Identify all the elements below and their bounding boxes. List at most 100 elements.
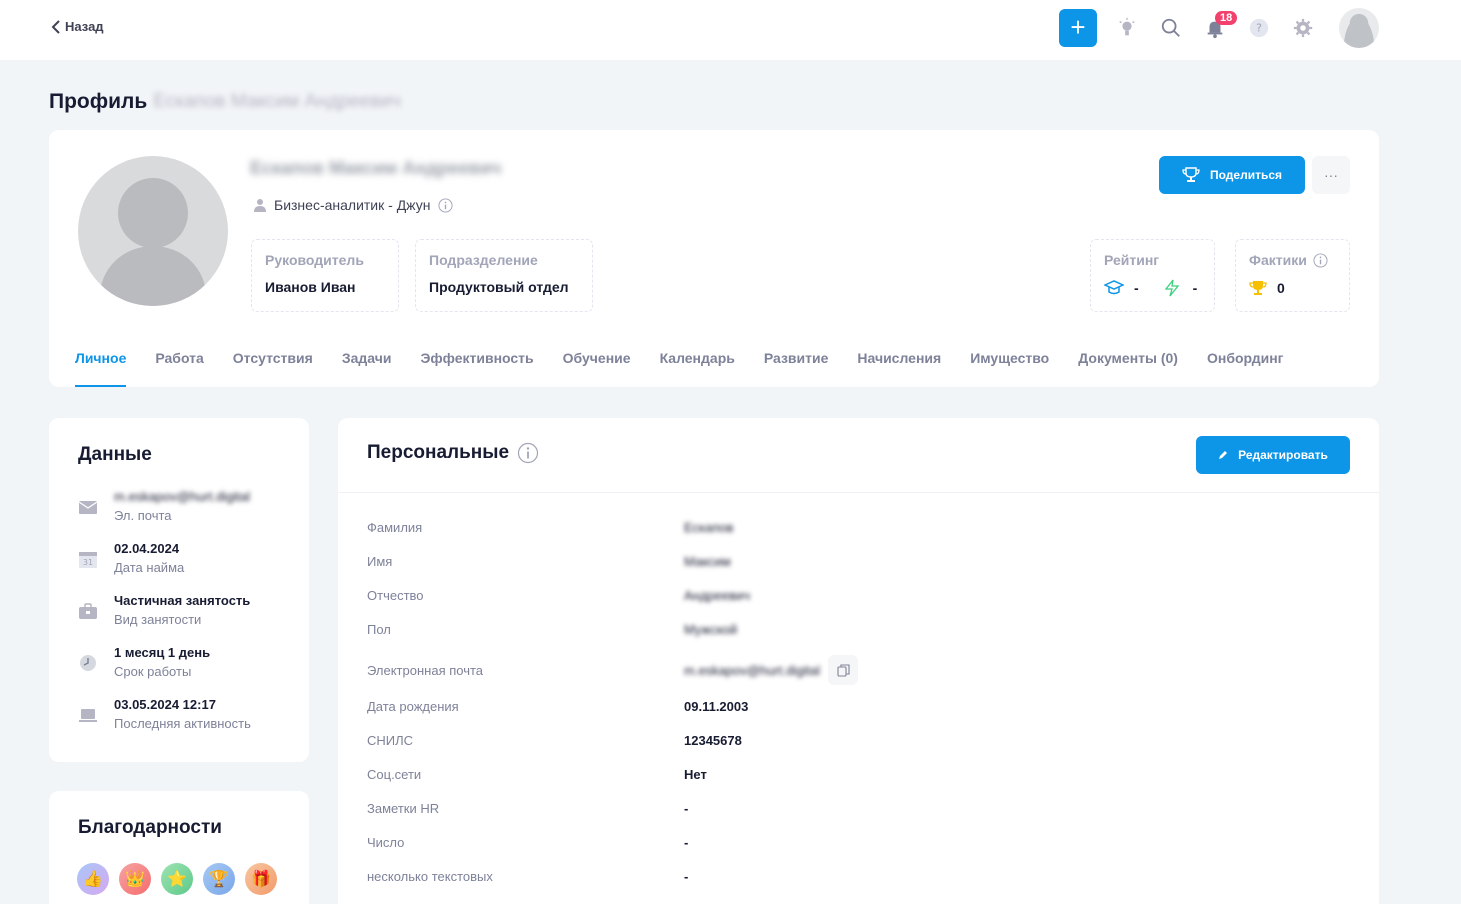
field-label: Фамилия [367, 520, 423, 535]
laptop-icon [79, 709, 97, 722]
data-row-tenure: 1 месяц 1 день Срок работы [78, 645, 210, 679]
hire-date-label: Дата найма [114, 560, 185, 575]
profile-name: Ескапов Максим Андреевич [250, 158, 502, 178]
field-row: Заметки HR - [367, 801, 688, 816]
trophy-icon[interactable]: 🏆 [203, 863, 235, 895]
edit-button[interactable]: Редактировать [1196, 436, 1350, 474]
field-value: - [684, 801, 689, 816]
department-box: Подразделение Продуктовый отдел [415, 239, 593, 312]
divider [338, 492, 1379, 493]
tab-development[interactable]: Развитие [764, 348, 829, 387]
field-value: Максим [684, 554, 731, 569]
tab-efficiency[interactable]: Эффективность [420, 348, 533, 387]
lightbulb-icon[interactable] [1105, 9, 1149, 47]
trophy-icon [1182, 167, 1200, 182]
field-value: Андреевич [684, 588, 751, 603]
data-row-hire-date: 31 02.04.2024 Дата найма [78, 541, 184, 575]
manager-value[interactable]: Иванов Иван [265, 279, 385, 295]
data-row-email: m.eskapov@hurt.digital Эл. почта [78, 489, 250, 523]
tab-onboarding[interactable]: Онбординг [1207, 348, 1284, 387]
manager-label: Руководитель [265, 252, 364, 268]
field-label: Число [367, 835, 405, 850]
tab-work[interactable]: Работа [155, 348, 203, 387]
thanks-card: Благодарности 👍 👑 ⭐ 🏆 🎁 [49, 791, 309, 904]
more-button[interactable]: ··· [1312, 156, 1350, 194]
rating-edu-value: - [1134, 280, 1139, 296]
field-label: Имя [367, 554, 393, 569]
tab-personal[interactable]: Личное [75, 348, 127, 387]
field-value: 09.11.2003 [684, 699, 749, 714]
tab-absences[interactable]: Отсутствия [233, 348, 313, 387]
last-activity-value: 03.05.2024 12:17 [114, 697, 216, 712]
field-row: Отчество Андреевич [367, 588, 750, 603]
tab-learning[interactable]: Обучение [563, 348, 631, 387]
gear-icon[interactable] [1281, 9, 1325, 47]
field-value: Ескапов [684, 520, 734, 535]
back-label: Назад [65, 19, 104, 34]
field-row: Дата рождения 09.11.2003 [367, 699, 748, 714]
data-row-employment: Частичная занятость Вид занятости [78, 593, 250, 627]
profile-avatar [78, 156, 228, 306]
data-card: Данные m.eskapov@hurt.digital Эл. почта … [49, 418, 309, 762]
field-row: несколько текстовых - [367, 869, 688, 884]
facts-label-row: Фактики [1249, 252, 1336, 268]
bell-icon[interactable]: 18 [1193, 9, 1238, 47]
tab-tasks[interactable]: Задачи [342, 348, 392, 387]
last-activity-label: Последняя активность [114, 716, 251, 731]
gift-icon[interactable]: 🎁 [245, 863, 277, 895]
personal-card: Персональные Редактировать Фамилия Ескап… [338, 418, 1379, 904]
page-title-text: Профиль [49, 90, 148, 113]
employment-value: Частичная занятость [114, 593, 251, 608]
pencil-icon [1219, 451, 1228, 459]
help-icon[interactable]: ? [1237, 9, 1281, 47]
field-row: Фамилия Ескапов [367, 520, 733, 535]
field-label: несколько текстовых [367, 869, 493, 884]
field-row: Имя Максим [367, 554, 731, 569]
tenure-label: Срок работы [114, 664, 192, 679]
tab-documents[interactable]: Документы (0) [1078, 348, 1178, 387]
add-button[interactable]: + [1059, 9, 1097, 47]
field-label: Электронная почта [367, 662, 484, 678]
facts-label: Фактики [1249, 252, 1307, 268]
email-label: Эл. почта [114, 508, 172, 523]
info-icon[interactable] [438, 197, 453, 213]
tab-calendar[interactable]: Календарь [660, 348, 735, 387]
search-icon[interactable] [1149, 9, 1193, 47]
page-title: Профиль Ескапов Максим Андреевич [49, 90, 401, 114]
user-avatar[interactable] [1339, 8, 1379, 48]
field-row: Число - [367, 835, 688, 850]
tab-property[interactable]: Имущество [970, 348, 1049, 387]
position-label: Бизнес-аналитик - Джун [274, 197, 431, 213]
email-value: m.eskapov@hurt.digital [114, 489, 251, 504]
employment-label: Вид занятости [114, 612, 202, 627]
field-row: Соц.сети Нет [367, 767, 707, 782]
rating-values: - - [1104, 279, 1201, 297]
field-label: Дата рождения [367, 699, 459, 714]
hire-date-value: 02.04.2024 [114, 541, 180, 556]
back-button[interactable]: Назад [51, 19, 104, 34]
field-value: - [684, 869, 689, 884]
thumbs-up-icon[interactable]: 👍 [77, 863, 109, 895]
share-button[interactable]: Поделиться [1159, 156, 1305, 194]
chevron-left-icon [51, 19, 60, 34]
field-label: Пол [367, 622, 391, 637]
field-value: 12345678 [684, 733, 742, 748]
copy-button[interactable] [828, 655, 859, 685]
crown-icon[interactable]: 👑 [119, 863, 151, 895]
tab-accruals[interactable]: Начисления [857, 348, 941, 387]
field-row: Пол Мужской [367, 622, 737, 637]
department-value[interactable]: Продуктовый отдел [429, 279, 579, 295]
info-icon[interactable] [1313, 252, 1328, 268]
info-icon[interactable] [517, 442, 539, 464]
rating-label: Рейтинг [1104, 252, 1160, 268]
field-row: Электронная почта m.eskapov@hurt.digital [367, 655, 859, 685]
trophy-icon [1249, 281, 1267, 295]
star-icon[interactable]: ⭐ [161, 863, 193, 895]
svg-text:?: ? [1256, 22, 1262, 35]
field-row: СНИЛС 12345678 [367, 733, 742, 748]
share-label: Поделиться [1209, 168, 1283, 182]
top-icons: + 18 ? [1059, 5, 1379, 51]
copy-icon [836, 663, 850, 677]
thanks-card-title: Благодарности [78, 817, 222, 838]
briefcase-icon [79, 603, 97, 619]
